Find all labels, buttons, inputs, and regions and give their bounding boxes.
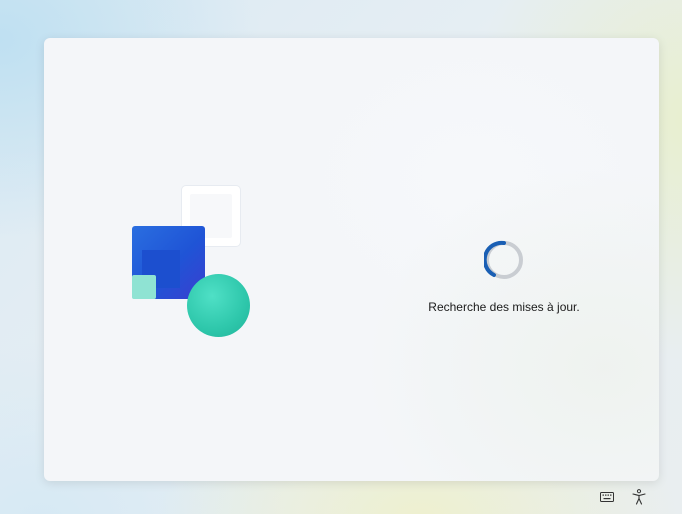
update-illustration: [132, 186, 262, 346]
bottom-tray: [598, 488, 648, 506]
accessibility-button[interactable]: [630, 488, 648, 506]
keyboard-icon: [600, 492, 614, 502]
accessibility-icon: [632, 489, 646, 505]
illustration-mint-square: [132, 275, 156, 299]
keyboard-button[interactable]: [598, 488, 616, 506]
setup-panel: Recherche des mises à jour.: [44, 38, 659, 481]
loading-spinner-icon: [484, 240, 523, 279]
illustration-teal-circle: [187, 274, 250, 337]
status-message: Recherche des mises à jour.: [428, 300, 580, 314]
